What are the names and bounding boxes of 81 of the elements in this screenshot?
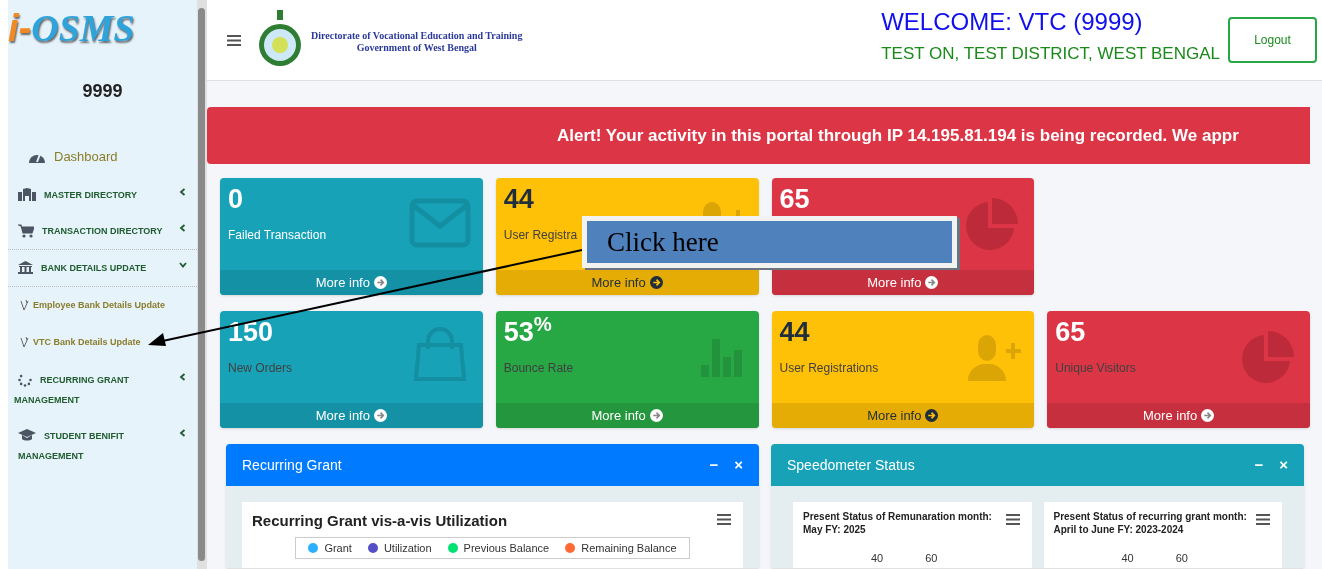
close-button[interactable]: × xyxy=(734,453,743,477)
sidebar-subitem[interactable]: VTC Bank Details Update xyxy=(8,324,197,362)
welcome-text: WELCOME: VTC (9999) xyxy=(881,7,1143,37)
sidebar-item[interactable]: TRANSACTION DIRECTORY xyxy=(8,212,197,249)
more-info-link[interactable]: More info xyxy=(771,403,1035,428)
org-subtitle: Government of West Bengal xyxy=(356,42,477,54)
arrow-circle-icon xyxy=(373,409,387,422)
sidebar-item[interactable]: STUDENT BENIFIT MANAGEMENT xyxy=(8,417,197,474)
stat-label: User Registra xyxy=(503,227,578,244)
bank-icon xyxy=(18,260,33,274)
gauge-tick-label: 60 xyxy=(925,551,938,566)
chevron-down-icon xyxy=(179,260,187,269)
legend-label: Remaining Balance xyxy=(581,540,677,556)
pie-chart-icon xyxy=(966,198,1019,250)
stat-value: 44 xyxy=(503,184,534,214)
menu-icon[interactable] xyxy=(1005,514,1020,525)
envelope-icon xyxy=(408,198,471,248)
menu-icon[interactable] xyxy=(717,514,731,525)
pencil-icon xyxy=(20,299,29,311)
stat-label: New Orders xyxy=(228,360,292,377)
menu-icon[interactable] xyxy=(227,35,241,46)
more-info-link[interactable]: More info xyxy=(1047,403,1310,428)
chevron-left-icon xyxy=(179,428,187,437)
alert-text: Alert! Your activity in this portal through IP 14.195.81.194 is being recorded. We appr xyxy=(557,124,1239,147)
more-info-link[interactable]: More info xyxy=(495,270,759,295)
user-code: 9999 xyxy=(82,80,123,103)
more-info-link[interactable]: More info xyxy=(220,403,483,428)
stat-label: Unique Visitors xyxy=(1055,360,1136,377)
sidebar-item[interactable]: RECURRING GRANT MANAGEMENT xyxy=(8,361,197,418)
building-icon xyxy=(18,187,36,201)
sidebar-item[interactable]: Dashboard xyxy=(8,105,197,177)
stat-value: 44 xyxy=(779,317,810,347)
legend-label: Grant xyxy=(324,540,352,556)
callout-text: Click here xyxy=(607,225,719,259)
gauge-tick-label: 60 xyxy=(1175,551,1188,566)
pencil-icon xyxy=(20,337,29,349)
arrow-circle-icon xyxy=(1201,409,1215,422)
sidebar-item[interactable]: MASTER DIRECTORY xyxy=(8,176,197,213)
stat-value: 150 xyxy=(228,317,274,347)
panel-title: Speedometer Status xyxy=(787,455,915,475)
minimize-button[interactable]: − xyxy=(1254,453,1264,477)
logout-button[interactable]: Logout xyxy=(1228,17,1317,63)
stat-label: User Registrations xyxy=(779,360,879,377)
stat-value: 0 xyxy=(228,184,244,214)
arrow-circle-icon xyxy=(925,276,939,289)
sidebar-subitem[interactable]: Employee Bank Details Update xyxy=(8,286,197,324)
org-name: Directorate of Vocational Education and Training xyxy=(311,30,523,42)
gauge-tick-label: 40 xyxy=(1121,551,1134,566)
stat-label: Bounce Rate xyxy=(503,360,574,377)
panel-title: Recurring Grant xyxy=(242,455,342,475)
chevron-left-icon xyxy=(179,223,187,232)
location-text: TEST ON, TEST DISTRICT, WEST BENGAL xyxy=(881,43,1220,65)
more-info-link[interactable]: More info xyxy=(495,403,759,428)
arrow-circle-icon xyxy=(925,409,939,422)
graduation-cap-icon xyxy=(18,428,36,441)
arrow-circle-icon xyxy=(649,409,663,422)
spinner-icon xyxy=(18,372,32,387)
pie-chart-icon xyxy=(1242,331,1294,383)
stat-value: 53$^{%}$ xyxy=(503,317,552,347)
app-logo: i-OSMS xyxy=(8,6,135,50)
legend-label: Previous Balance xyxy=(463,540,550,556)
arrow-circle-icon xyxy=(649,276,663,289)
more-info-link[interactable]: More info xyxy=(220,270,483,295)
menu-icon[interactable] xyxy=(1256,514,1270,525)
stat-value: 65 xyxy=(779,184,810,214)
legend-label: Utilization xyxy=(383,540,432,556)
more-info-link[interactable]: More info xyxy=(771,270,1035,295)
chart-title: Present Status of recurring grant month: April to June FY: 2023-2024 xyxy=(1053,510,1248,536)
add-user-icon xyxy=(968,335,1023,381)
stat-label: Failed Transaction xyxy=(228,227,327,244)
chart-title: Recurring Grant vis-a-vis Utilization xyxy=(252,511,508,531)
gauge-tick-label: 40 xyxy=(871,551,884,566)
close-button[interactable]: × xyxy=(1279,453,1288,477)
minimize-button[interactable]: − xyxy=(709,453,719,477)
emblem-logo xyxy=(257,10,303,68)
stat-value: 65 xyxy=(1055,317,1086,347)
arrow-circle-icon xyxy=(373,276,387,289)
cart-icon xyxy=(18,223,34,238)
chevron-left-icon xyxy=(179,187,187,196)
chevron-left-icon xyxy=(179,372,187,381)
chart-title: Present Status of Remunaration month: May FY: 2025 xyxy=(803,510,993,536)
